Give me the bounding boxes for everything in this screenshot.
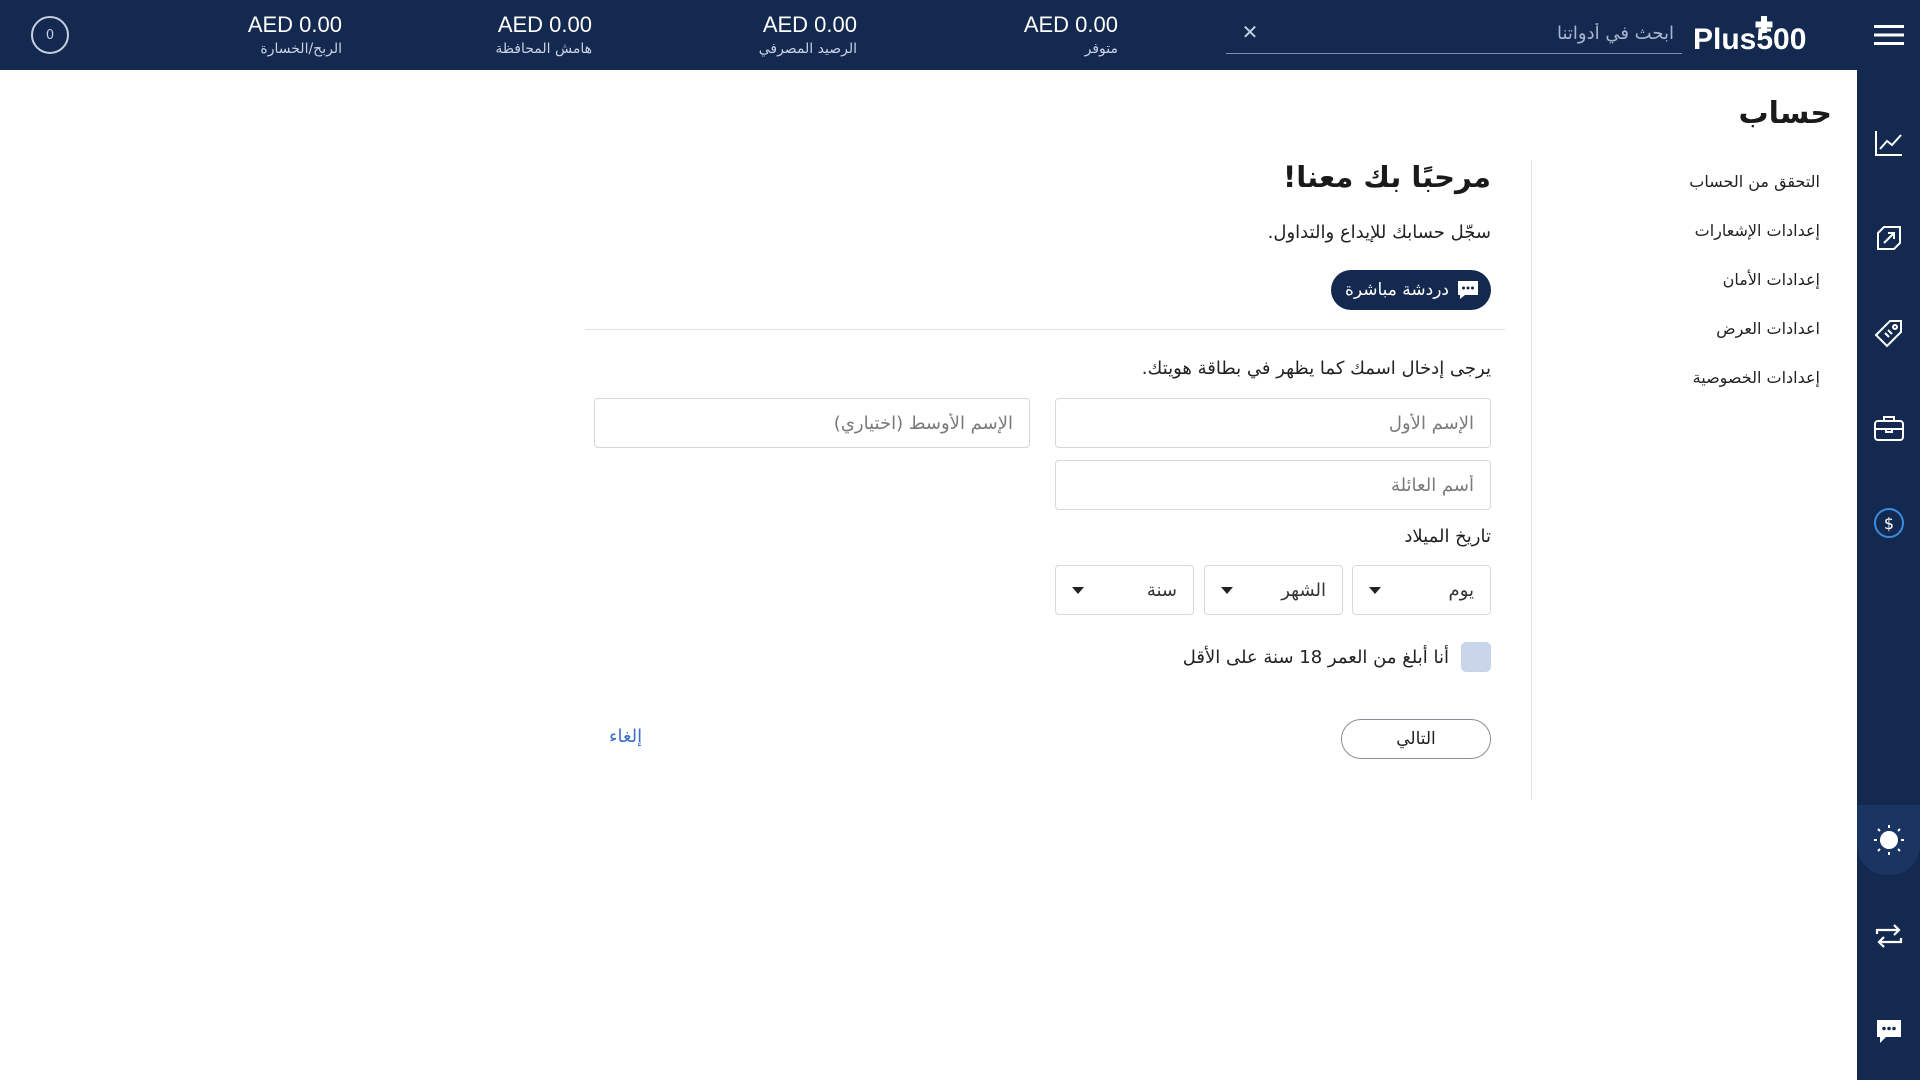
stat-available: AED 0.00 متوفر <box>998 10 1118 58</box>
day-select[interactable]: يوم <box>1352 565 1491 615</box>
caret-down-icon <box>1072 586 1084 594</box>
nav-item-privacy-settings[interactable]: إعدادات الخصوصية <box>1620 366 1820 415</box>
stat-label: الربح/الخسارة <box>260 41 342 57</box>
year-select-value: سنة <box>1146 579 1177 601</box>
dollar-icon[interactable]: $ <box>1857 498 1920 548</box>
stat-value: AED 0.00 <box>247 12 342 37</box>
caret-down-icon <box>1369 586 1381 594</box>
middle-name-input[interactable] <box>595 399 1029 447</box>
caret-down-icon <box>1221 586 1233 594</box>
age-confirm-row: أنا أبلغ من العمر 18 سنة على الأقل <box>1183 642 1491 672</box>
name-instruction: يرجى إدخال اسمك كما يظهر في بطاقة هويتك. <box>1141 358 1491 379</box>
dob-label: تاريخ الميلاد <box>1404 526 1491 547</box>
stat-label: هامش المحافظة <box>495 41 592 57</box>
age-confirm-checkbox[interactable] <box>1461 642 1491 672</box>
horizontal-divider <box>585 329 1505 330</box>
sun-icon[interactable] <box>1857 805 1920 875</box>
search-input[interactable] <box>1274 20 1674 46</box>
chart-icon[interactable] <box>1857 118 1920 168</box>
cancel-link[interactable]: إلغاء <box>609 726 642 747</box>
vertical-divider <box>1531 160 1532 800</box>
stat-label: الرصيد المصرفي <box>758 41 857 57</box>
first-name-field <box>1055 398 1491 448</box>
live-chat-label: دردشة مباشرة <box>1344 280 1449 300</box>
age-confirm-label: أنا أبلغ من العمر 18 سنة على الأقل <box>1182 646 1449 668</box>
live-chat-button[interactable]: دردشة مباشرة <box>1330 270 1491 310</box>
search-bar: ✕ <box>1226 14 1682 54</box>
stat-portfolio-margin: AED 0.00 هامش المحافظة <box>472 10 592 58</box>
briefcase-icon[interactable] <box>1857 403 1920 453</box>
close-icon[interactable]: ✕ <box>1238 20 1262 44</box>
chat-icon[interactable] <box>1857 1006 1920 1056</box>
last-name-input[interactable] <box>1056 461 1490 509</box>
nav-item-account-verification[interactable]: التحقق من الحساب <box>1620 170 1820 219</box>
logo-text: Plus500 <box>1693 23 1806 56</box>
page-title: حساب <box>1738 96 1832 131</box>
form-subtitle: سجّل حسابك للإيداع والتداول. <box>1267 222 1491 243</box>
chat-bubble-icon <box>1458 281 1478 299</box>
stat-profit-loss: AED 0.00 الربح/الخسارة <box>222 10 342 58</box>
settings-nav: التحقق من الحساب إعدادات الإشعارات إعداد… <box>1620 170 1820 415</box>
nav-item-security-settings[interactable]: إعدادات الأمان <box>1620 268 1820 317</box>
stat-label: متوفر <box>1084 41 1118 57</box>
month-select[interactable]: الشهر <box>1204 565 1343 615</box>
swap-icon[interactable] <box>1857 911 1920 961</box>
day-select-value: يوم <box>1448 579 1474 601</box>
nav-item-display-settings[interactable]: اعدادات العرض <box>1620 317 1820 366</box>
next-button[interactable]: التالي <box>1341 719 1491 759</box>
last-name-field <box>1055 460 1491 510</box>
top-bar: 0 AED 0.00 الربح/الخسارة AED 0.00 هامش ا… <box>0 0 1857 70</box>
menu-icon[interactable] <box>1857 0 1920 70</box>
welcome-heading: مرحبًا بك معنا! <box>1283 160 1491 194</box>
month-select-value: الشهر <box>1281 579 1326 601</box>
notifications-button[interactable]: 0 <box>31 16 69 54</box>
trade-icon[interactable] <box>1857 213 1920 263</box>
stat-value: AED 0.00 <box>1023 12 1118 37</box>
right-toolbar: $ <box>1857 0 1920 1080</box>
stat-value: AED 0.00 <box>497 12 592 37</box>
stat-value: AED 0.00 <box>762 12 857 37</box>
year-select[interactable]: سنة <box>1055 565 1194 615</box>
first-name-input[interactable] <box>1056 399 1490 447</box>
svg-text:$: $ <box>1883 514 1893 533</box>
plus500-logo: Plus500 <box>1693 16 1806 56</box>
nav-item-notification-settings[interactable]: إعدادات الإشعارات <box>1620 219 1820 268</box>
stat-bank-balance: AED 0.00 الرصيد المصرفي <box>737 10 857 58</box>
middle-name-field <box>594 398 1030 448</box>
tag-icon[interactable] <box>1857 308 1920 358</box>
